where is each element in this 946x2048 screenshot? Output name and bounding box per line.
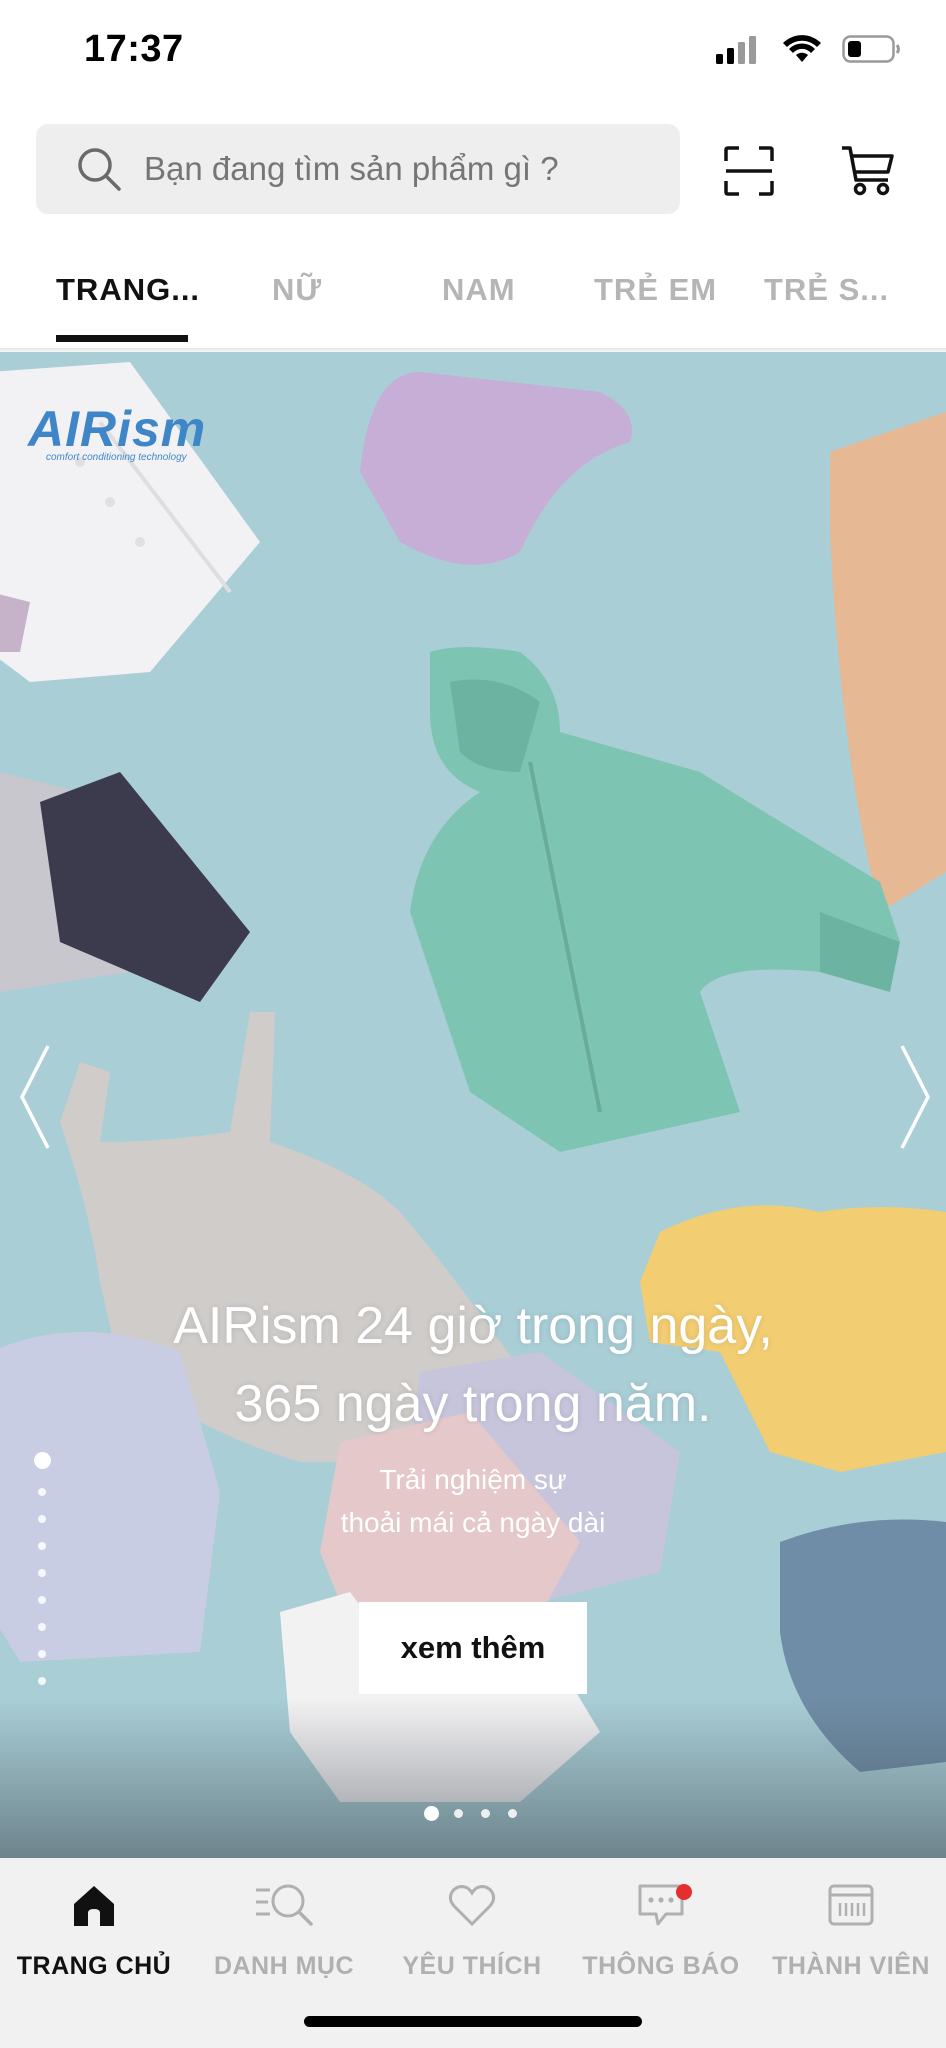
tab-men[interactable]: NAM bbox=[442, 272, 516, 308]
battery-icon bbox=[842, 35, 900, 63]
nav-categories-label: DANH MỤC bbox=[213, 1952, 355, 1980]
vertical-page-dot[interactable] bbox=[38, 1542, 46, 1550]
wifi-icon bbox=[783, 35, 821, 62]
vertical-page-dot[interactable] bbox=[38, 1515, 46, 1523]
home-icon bbox=[74, 1886, 114, 1926]
hero-bottom-gradient bbox=[0, 1698, 946, 1858]
heart-icon bbox=[448, 1885, 496, 1927]
airism-logo: AIRism comfort conditioning technology bbox=[28, 400, 206, 463]
nav-notifications-label: THÔNG BÁO bbox=[582, 1952, 740, 1980]
notification-badge bbox=[676, 1884, 692, 1900]
hero-subtext-line1: Trải nghiệm sự bbox=[379, 1464, 567, 1495]
tab-kids[interactable]: TRẺ EM bbox=[594, 272, 717, 308]
active-tab-indicator bbox=[56, 335, 188, 342]
horizontal-page-dot[interactable] bbox=[424, 1806, 439, 1821]
home-indicator bbox=[304, 2016, 642, 2027]
cellular-signal-icon bbox=[716, 36, 756, 64]
hero-subtext-line2: thoải mái cả ngày dài bbox=[340, 1507, 606, 1538]
status-icons bbox=[716, 34, 902, 64]
search-placeholder: Bạn đang tìm sản phẩm gì ? bbox=[144, 150, 559, 187]
tab-baby[interactable]: TRẺ S... bbox=[764, 272, 889, 308]
category-tabs: TRANG... NỮ NAM TRẺ EM TRẺ S... bbox=[0, 250, 946, 342]
carousel-next-arrow-icon[interactable] bbox=[894, 1042, 934, 1152]
horizontal-page-dot[interactable] bbox=[454, 1809, 463, 1818]
search-input[interactable]: Bạn đang tìm sản phẩm gì ? bbox=[36, 124, 680, 214]
nav-favorites[interactable]: YÊU THÍCH bbox=[377, 1880, 567, 1981]
nav-home-label: TRANG CHỦ bbox=[16, 1952, 172, 1980]
nav-notifications[interactable]: THÔNG BÁO bbox=[566, 1880, 756, 1981]
vertical-page-dot[interactable] bbox=[38, 1650, 46, 1658]
vertical-page-dot[interactable] bbox=[38, 1569, 46, 1577]
nav-favorites-label: YÊU THÍCH bbox=[402, 1952, 542, 1980]
member-card-icon bbox=[828, 1884, 874, 1926]
hero-headline-line1: AIRism 24 giờ trong ngày, bbox=[173, 1297, 773, 1355]
search-icon bbox=[78, 148, 121, 191]
tab-home[interactable]: TRANG... bbox=[56, 272, 200, 308]
nav-membership-label: THÀNH VIÊN bbox=[772, 1952, 930, 1980]
cart-icon[interactable] bbox=[840, 142, 896, 198]
airism-logo-wordmark: AIRism bbox=[28, 401, 207, 457]
horizontal-page-dot[interactable] bbox=[508, 1809, 517, 1818]
scan-barcode-icon[interactable] bbox=[723, 145, 775, 197]
horizontal-page-dot[interactable] bbox=[481, 1809, 490, 1818]
carousel-prev-arrow-icon[interactable] bbox=[16, 1042, 56, 1152]
vertical-page-dot[interactable] bbox=[38, 1677, 46, 1685]
nav-categories[interactable]: DANH MỤC bbox=[189, 1880, 379, 1981]
see-more-button[interactable]: xem thêm bbox=[359, 1602, 587, 1694]
vertical-page-dot[interactable] bbox=[38, 1623, 46, 1631]
status-bar: 17:37 bbox=[0, 0, 946, 110]
nav-membership[interactable]: THÀNH VIÊN bbox=[756, 1880, 946, 1981]
vertical-page-dot[interactable] bbox=[38, 1488, 46, 1496]
airism-logo-tagline: comfort conditioning technology bbox=[46, 452, 187, 463]
category-search-icon bbox=[256, 1884, 313, 1926]
hero-banner[interactable]: AIRism comfort conditioning technology A… bbox=[0, 352, 946, 1858]
tab-women[interactable]: NỮ bbox=[272, 272, 322, 308]
vertical-page-dot[interactable] bbox=[38, 1596, 46, 1604]
nav-home[interactable]: TRANG CHỦ bbox=[0, 1880, 189, 1981]
status-time: 17:37 bbox=[84, 28, 184, 70]
vertical-page-dot[interactable] bbox=[34, 1452, 51, 1469]
hero-headline-line2: 365 ngày trong năm. bbox=[234, 1375, 712, 1433]
